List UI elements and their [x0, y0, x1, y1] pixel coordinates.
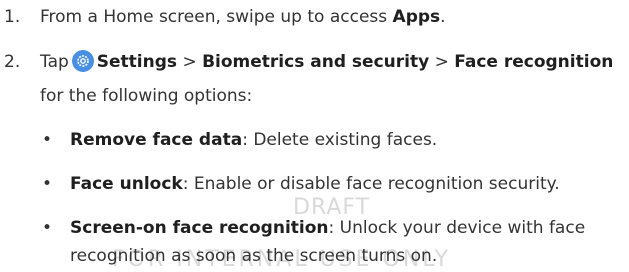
option-term: Remove face data — [70, 130, 243, 150]
step-number: 1. — [4, 7, 21, 27]
settings-gear-icon — [71, 50, 94, 72]
step-number: 2. — [4, 52, 21, 72]
biometrics-label: Biometrics and security — [202, 52, 430, 72]
option-continuation: recognition as soon as the screen turns … — [70, 246, 438, 266]
step-text: From a Home screen, swipe up to access A… — [40, 7, 446, 27]
apps-label: Apps — [392, 7, 441, 27]
step-text: Tap Settings > Biometrics and security > … — [40, 50, 614, 72]
step-continuation: for the following options: — [40, 86, 253, 106]
option-term: Screen-on face recognition — [70, 218, 329, 238]
face-recognition-label: Face recognition — [454, 52, 614, 72]
option-term: Face unlock — [70, 174, 183, 194]
settings-label: Settings — [96, 52, 178, 72]
